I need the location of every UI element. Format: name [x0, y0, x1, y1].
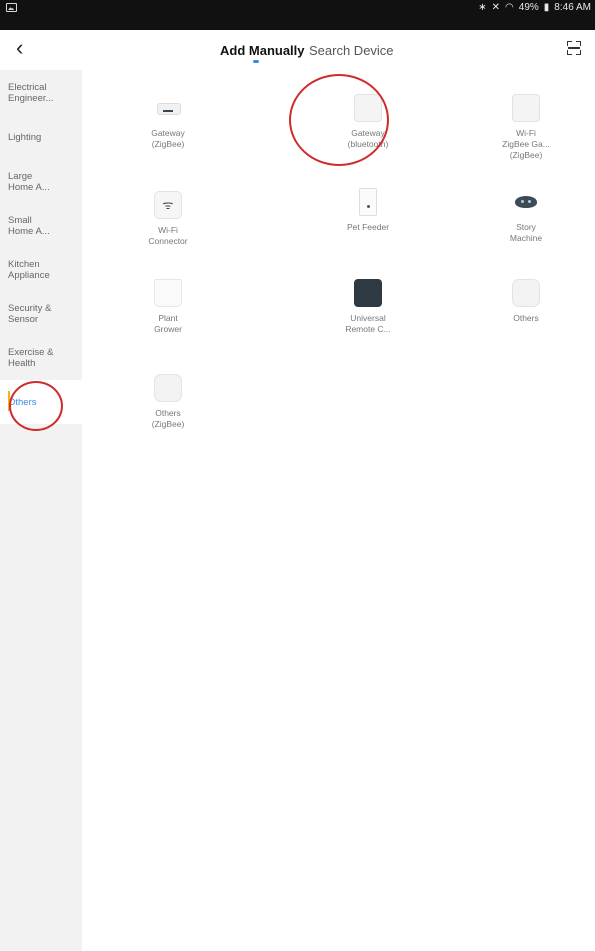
device-others[interactable]: Others: [466, 279, 586, 324]
sidebar-item-kitchen[interactable]: Kitchen Appliance: [0, 259, 82, 281]
wifi-connector-icon: ᯤ: [154, 191, 182, 219]
others-icon: [512, 279, 540, 307]
scan-icon[interactable]: [567, 41, 581, 55]
device-others-zigbee[interactable]: Others (ZigBee): [108, 374, 228, 430]
status-icons: ∗ ✕ ◠ 49% ▮ 8:46 AM: [478, 2, 591, 13]
device-pet-feeder[interactable]: Pet Feeder: [308, 188, 428, 233]
device-universal-remote[interactable]: Universal Remote C...: [308, 279, 428, 335]
story-machine-icon: [512, 188, 540, 216]
clock: 8:46 AM: [554, 2, 591, 13]
highlight-circle-gateway-bluetooth: [289, 74, 389, 166]
tab-add-manually[interactable]: Add Manually: [220, 43, 305, 58]
wifi-zigbee-gateway-icon: [512, 94, 540, 122]
device-grid: Gateway (ZigBee) Gateway (bluetooth) Wi-…: [82, 70, 595, 951]
back-icon[interactable]: ‹: [16, 36, 40, 62]
picture-icon: [6, 3, 17, 12]
battery-percent: 49%: [518, 2, 539, 13]
wifi-icon: ◠: [505, 2, 514, 13]
plant-grower-icon: [154, 279, 182, 307]
battery-icon: ▮: [543, 2, 550, 13]
bluetooth-icon: ∗: [478, 2, 487, 13]
mute-icon: ✕: [491, 2, 501, 13]
device-plant-grower[interactable]: Plant Grower: [108, 279, 228, 335]
top-nav: ‹ Add Manually Search Device: [0, 30, 595, 70]
pet-feeder-icon: [359, 188, 377, 216]
sidebar-item-exercise[interactable]: Exercise & Health: [0, 347, 82, 369]
category-sidebar: Electrical Engineer... Lighting Large Ho…: [0, 70, 82, 951]
status-bar: ∗ ✕ ◠ 49% ▮ 8:46 AM: [0, 0, 595, 30]
sidebar-item-small-home[interactable]: Small Home A...: [0, 215, 82, 237]
device-gateway-zigbee[interactable]: Gateway (ZigBee): [108, 94, 228, 150]
others-zigbee-icon: [154, 374, 182, 402]
device-wifi-zigbee-gateway[interactable]: Wi-Fi ZigBee Ga... (ZigBee): [466, 94, 586, 161]
device-story-machine[interactable]: Story Machine: [466, 188, 586, 244]
tab-search-device[interactable]: Search Device: [309, 43, 394, 58]
universal-remote-icon: [354, 279, 382, 307]
sidebar-item-security[interactable]: Security & Sensor: [0, 303, 82, 325]
sidebar-item-large-home[interactable]: Large Home A...: [0, 171, 82, 193]
sidebar-item-electrical[interactable]: Electrical Engineer...: [0, 82, 82, 108]
highlight-circle-others: [9, 381, 63, 431]
app-screen: ∗ ✕ ◠ 49% ▮ 8:46 AM ‹ Add Manually Searc…: [0, 0, 595, 951]
active-tab-indicator: [253, 60, 259, 63]
gateway-zigbee-icon: [154, 94, 182, 122]
device-wifi-connector[interactable]: ᯤ Wi-Fi Connector: [108, 191, 228, 247]
sidebar-item-lighting[interactable]: Lighting: [0, 132, 82, 143]
